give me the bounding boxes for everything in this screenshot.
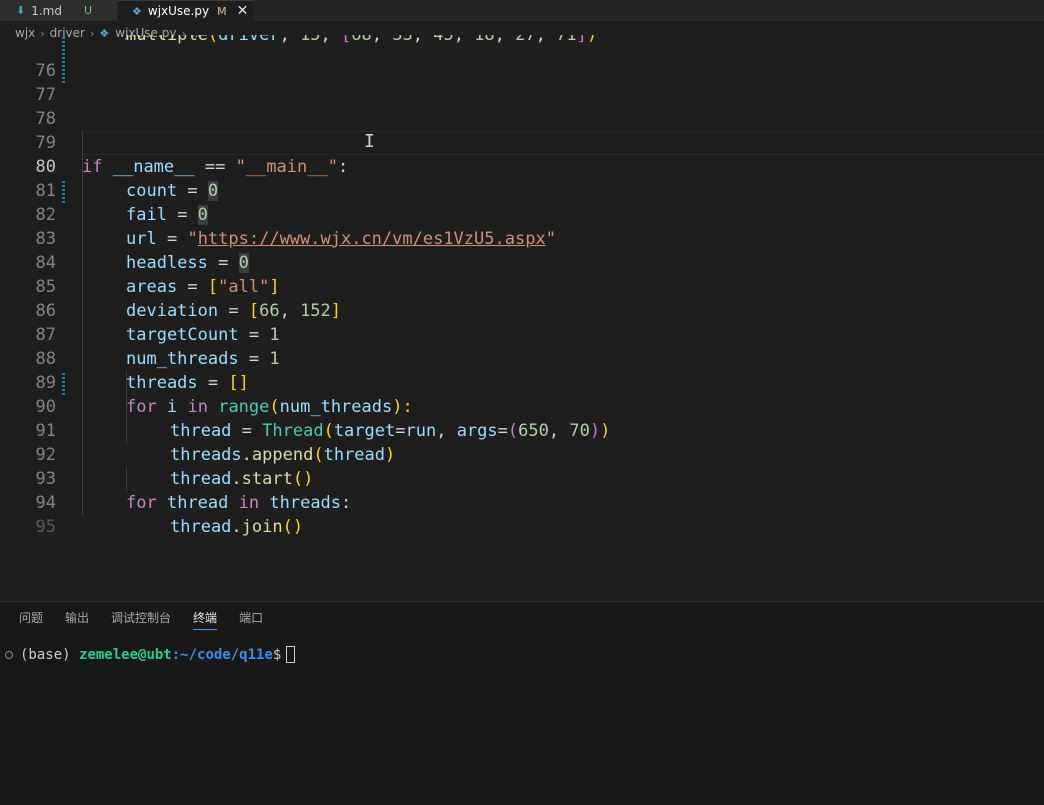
line-code: multiple(driver, 15, [68, 33, 45, 18, 27…	[126, 35, 598, 45]
terminal-prompt[interactable]: (base) zemelee@ubt:~/code/q11e $	[5, 646, 296, 663]
code-line: 92 thread.start()	[0, 419, 1044, 489]
code-line: 86 targetCount = 1	[0, 275, 1044, 345]
prompt-symbol: $	[272, 646, 282, 663]
code-line: 80 count = 0	[0, 131, 1044, 201]
code-line: 84 areas = ["all"]	[0, 227, 1044, 297]
command-status-icon[interactable]	[5, 650, 13, 659]
code-line: 78	[0, 83, 1044, 129]
user-host: zemelee@ubt	[79, 646, 172, 663]
tab-ports[interactable]: 端口	[239, 602, 263, 634]
panel-tabs: 问题 输出 调试控制台 终端 端口	[0, 602, 285, 634]
code-line: 89 for i in range(num_threads):	[0, 347, 1044, 417]
tab-wjxuse-py[interactable]: ❖ wjxUse.py M ✕	[118, 0, 253, 21]
close-icon[interactable]: ✕	[237, 3, 249, 19]
code-line: 81 fail = 0	[0, 155, 1044, 225]
untracked-badge: U	[83, 4, 93, 17]
code-line: 83 headless = 0	[0, 203, 1044, 273]
code-line: 85 deviation = [66, 152]	[0, 251, 1044, 321]
python-icon: ❖	[132, 4, 142, 18]
code-line: 77	[0, 59, 1044, 105]
code-line: 79 if __name__ == "__main__":	[0, 107, 1044, 177]
code-line: 76 multiple(driver, 15, [68, 33, 45, 18,…	[0, 35, 1044, 81]
code-line: 87 num_threads = 1	[0, 299, 1044, 369]
tab-output[interactable]: 输出	[65, 602, 89, 634]
tab-1-md[interactable]: ⬇ 1.md U	[0, 0, 117, 21]
code-line: 95	[0, 491, 1044, 537]
modified-badge: M	[217, 4, 227, 18]
text-cursor-icon: I	[364, 131, 375, 152]
code-line: 88 threads = []	[0, 323, 1044, 393]
bottom-panel: 问题 输出 调试控制台 终端 端口 (base) zemelee@ubt:~/c…	[0, 601, 1044, 805]
tab-terminal[interactable]: 终端	[193, 602, 218, 634]
conda-env: (base)	[20, 646, 71, 663]
cwd-path: :~/code/q11e	[171, 646, 273, 663]
code-line: 94 thread.join()	[0, 467, 1044, 537]
tab-label: wjxUse.py	[147, 4, 210, 18]
tab-label: 1.md	[31, 3, 62, 18]
line-number: 95	[35, 517, 56, 537]
code-line: 91 threads.append(thread)	[0, 395, 1044, 465]
tab-debug-console[interactable]: 调试控制台	[111, 602, 171, 634]
markdown-download-icon: ⬇	[16, 4, 26, 17]
code-line: 93 for thread in threads:	[0, 443, 1044, 513]
code-editor[interactable]: 76 multiple(driver, 15, [68, 33, 45, 18,…	[0, 35, 1044, 601]
code-line: 82 url = "https://www.wjx.cn/vm/es1VzU5.…	[0, 179, 1044, 249]
terminal-cursor	[286, 646, 296, 663]
editor-tab-bar: ⬇ 1.md U ❖ wjxUse.py M ✕	[0, 0, 1044, 21]
code-line: 90 thread = Thread(target=run, args=(650…	[0, 371, 1044, 441]
line-code: thread.join()	[170, 517, 304, 537]
tab-problems[interactable]: 问题	[19, 602, 43, 634]
